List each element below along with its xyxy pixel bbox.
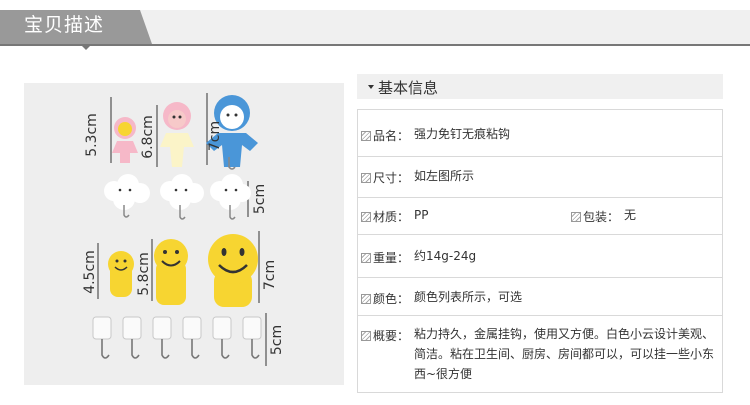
section-title: 宝贝描述 <box>24 14 105 36</box>
dimension-label: 4.5cm <box>81 250 98 294</box>
basic-info-table: 品名： 强力免钉无痕粘钩 尺寸： 如左图所示 材质： PP 包装： 无 重量： … <box>357 109 723 393</box>
info-value: 颜色列表所示，可选 <box>414 290 523 304</box>
info-label: 材质： <box>373 210 410 224</box>
header-pointer <box>82 46 90 50</box>
info-label: 颜色： <box>373 292 410 306</box>
cloud-hooks <box>104 174 251 220</box>
header-divider <box>0 44 750 46</box>
info-label: 品名： <box>373 129 410 143</box>
caret-down-icon <box>368 85 374 89</box>
info-row-summary: 概要： 粘力持久，金属挂钩，使用又方便。白色小云设计美观、简洁。粘在卫生间、厨房… <box>358 316 722 392</box>
info-label: 尺寸： <box>373 171 410 185</box>
info-label: 概要： <box>373 329 410 343</box>
clear-hooks <box>92 316 262 359</box>
info-label: 包装： <box>583 210 620 224</box>
info-field-icon <box>361 294 371 304</box>
info-field-icon <box>571 212 581 222</box>
dimension-label: 5cm <box>252 183 269 215</box>
info-field-icon <box>361 173 371 183</box>
info-value: PP <box>414 208 429 222</box>
dimension-label: 5.3cm <box>83 113 100 157</box>
info-field-icon <box>361 331 371 341</box>
info-value: 无 <box>624 208 637 222</box>
dimension-label: 6.8cm <box>139 115 156 159</box>
basic-info-header[interactable]: 基本信息 <box>357 74 723 99</box>
info-field-icon <box>361 212 371 222</box>
info-value: 粘力持久，金属挂钩，使用又方便。白色小云设计美观、简洁。粘在卫生间、厨房、房间都… <box>414 327 715 381</box>
info-row-size: 尺寸： 如左图所示 <box>358 157 722 198</box>
smiley-hooks <box>108 234 258 307</box>
info-value: 约14g-24g <box>414 249 477 263</box>
product-photo: 5.3cm 6.8cm 7cm 5cm 4.5cm 5.8cm 7cm 5cm <box>24 83 344 385</box>
dimension-label: 5cm <box>269 324 286 356</box>
info-label: 重量： <box>373 251 410 265</box>
girl-hook-large <box>160 102 194 167</box>
info-field-icon <box>361 131 371 141</box>
info-row-material: 材质： PP 包装： 无 <box>358 198 722 235</box>
info-row-color: 颜色： 颜色列表所示，可选 <box>358 278 722 316</box>
dimension-label: 7cm <box>207 120 224 152</box>
girl-hook-small <box>112 117 138 163</box>
info-row-name: 品名： 强力免钉无痕粘钩 <box>358 110 722 157</box>
info-value: 如左图所示 <box>414 169 475 183</box>
info-row-weight: 重量： 约14g-24g <box>358 235 722 278</box>
basic-info-title: 基本信息 <box>378 79 439 97</box>
dimension-label: 5.8cm <box>135 252 152 296</box>
info-value: 强力免钉无痕粘钩 <box>414 127 511 141</box>
info-field-icon <box>361 253 371 263</box>
dimension-label: 7cm <box>262 259 279 291</box>
